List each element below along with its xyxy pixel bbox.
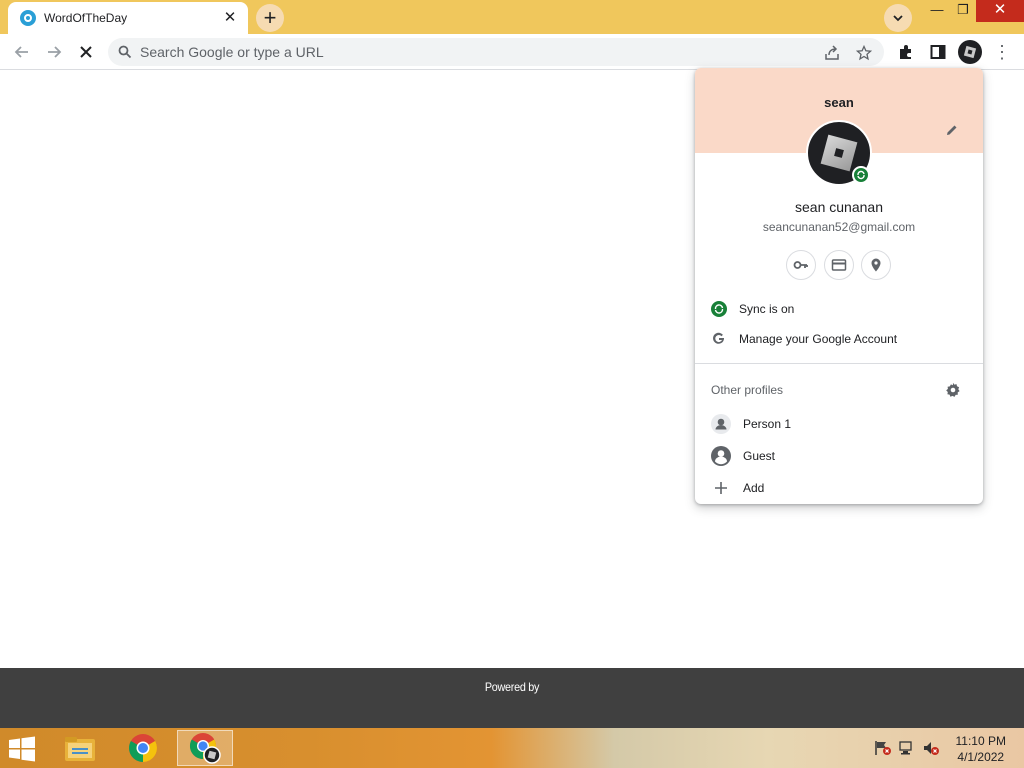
forward-button[interactable] (42, 40, 66, 64)
puzzle-icon (900, 45, 911, 59)
side-panel-button[interactable] (926, 40, 950, 64)
stop-loading-button[interactable] (74, 40, 98, 64)
clock-date: 4/1/2022 (957, 750, 1005, 764)
chrome-icon (129, 734, 157, 762)
taskbar-chrome-profile[interactable] (177, 730, 233, 766)
plus-icon (711, 478, 731, 498)
network-tray[interactable] (898, 740, 916, 756)
key-icon (793, 261, 808, 269)
credit-card-icon (831, 259, 847, 271)
tab-title: WordOfTheDay (44, 11, 128, 25)
gear-icon (946, 382, 960, 397)
menu-button[interactable]: ⋮ (990, 40, 1014, 64)
new-tab-button[interactable]: + (256, 4, 284, 32)
taskbar-chrome[interactable] (115, 730, 171, 766)
powered-by-text: Powered by (484, 680, 540, 694)
sync-icon (857, 170, 865, 180)
share-icon (825, 45, 839, 60)
chrome-profile-icon (189, 733, 221, 764)
profile-row-person-1[interactable]: Person 1 (695, 409, 983, 439)
profile-full-name: sean cunanan (795, 199, 883, 215)
profile-email: seancunanan52@gmail.com (762, 220, 916, 234)
flag-alert-icon (875, 741, 891, 755)
network-icon (899, 741, 912, 755)
omnibox-placeholder: Search Google or type a URL (140, 44, 324, 60)
edit-profile-button[interactable] (945, 123, 961, 139)
maximize-button[interactable]: ❐ (948, 0, 978, 22)
sync-label: Sync is on (739, 302, 795, 316)
back-button[interactable] (10, 40, 34, 64)
manage-account-row[interactable]: Manage your Google Account (695, 325, 983, 353)
start-button[interactable] (8, 736, 36, 762)
payment-methods-button[interactable] (824, 250, 854, 280)
taskbar-file-explorer[interactable] (52, 730, 108, 766)
roblox-avatar-icon (963, 45, 977, 59)
profile-label-add: Add (743, 481, 765, 495)
tab-close-icon[interactable]: ✕ (222, 10, 238, 26)
file-explorer-icon (65, 737, 95, 761)
profile-avatar-button[interactable] (958, 40, 982, 64)
sync-badge (852, 166, 870, 184)
forward-arrow-icon (48, 46, 62, 58)
addresses-button[interactable] (861, 250, 891, 280)
location-pin-icon (871, 258, 881, 272)
search-icon (118, 45, 132, 59)
share-button[interactable] (822, 43, 842, 63)
page-footer: Powered by (0, 668, 1024, 728)
browser-toolbar: Search Google or type a URL ⋮ (0, 34, 1024, 70)
profile-label-person-1: Person 1 (743, 417, 792, 431)
volume-muted-icon (924, 742, 939, 755)
windows-logo-icon (9, 736, 35, 762)
profile-menu: sean sean cunanan seancunanan52@gmail.co… (695, 68, 983, 504)
action-center-tray[interactable] (874, 740, 892, 756)
profile-row-guest[interactable]: Guest (695, 441, 983, 471)
window-close-button[interactable]: ✕ (976, 0, 1024, 22)
clock-time: 11:10 PM (955, 734, 1006, 748)
menu-divider (695, 363, 983, 364)
other-profiles-label: Other profiles (711, 383, 784, 397)
profile-row-add[interactable]: Add (695, 473, 983, 503)
volume-tray[interactable] (922, 740, 940, 756)
star-icon (856, 45, 872, 61)
profile-short-name: sean (824, 95, 854, 110)
google-g-icon (711, 331, 727, 347)
windows-taskbar: 11:10 PM 4/1/2022 (0, 728, 1024, 768)
roblox-avatar-icon (820, 134, 858, 172)
side-panel-icon (930, 45, 946, 59)
manage-account-label: Manage your Google Account (739, 332, 898, 346)
profile-label-guest: Guest (743, 449, 776, 463)
chevron-down-icon (893, 15, 903, 22)
manage-profiles-button[interactable] (945, 382, 961, 398)
extensions-button[interactable] (894, 40, 918, 64)
bookmark-button[interactable] (854, 43, 874, 63)
omnibox[interactable]: Search Google or type a URL (108, 38, 884, 66)
person-icon (711, 414, 731, 434)
tab-wordoftheday[interactable]: WordOfTheDay ✕ (8, 2, 248, 34)
tab-search-button[interactable] (884, 4, 912, 32)
pencil-icon (947, 125, 957, 135)
sync-row[interactable]: Sync is on (695, 295, 983, 323)
taskbar-clock[interactable]: 11:10 PM 4/1/2022 (956, 733, 1006, 765)
wordoftheday-favicon-icon (20, 10, 36, 26)
sync-status-icon (711, 301, 727, 317)
passwords-button[interactable] (786, 250, 816, 280)
guest-icon (711, 446, 731, 466)
stop-icon (80, 46, 92, 58)
back-arrow-icon (14, 46, 28, 58)
tab-strip: WordOfTheDay ✕ + — ❐ ✕ (0, 0, 1024, 34)
